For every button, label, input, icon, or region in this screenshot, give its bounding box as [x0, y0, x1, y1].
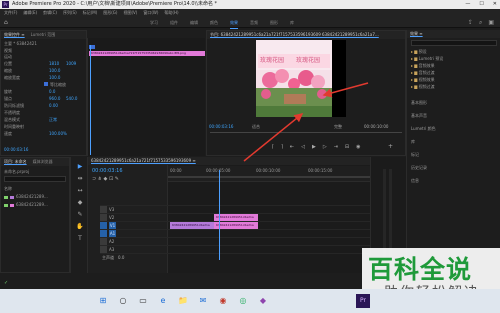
annotation-arrow-timeline: [243, 113, 304, 162]
task-view-icon[interactable]: ▭: [136, 294, 150, 308]
premiere-taskbar-icon[interactable]: Pr: [356, 294, 370, 308]
watermark-main-text: 百科全说: [368, 255, 473, 284]
start-icon[interactable]: ⊞: [96, 294, 110, 308]
windows-taskbar: ⊞ ○ ▭ e 📁 ✉ ◉ ◎ ◆ Pr: [0, 289, 500, 313]
app-icon-purple[interactable]: ◆: [256, 294, 270, 308]
annotation-arrow-preview: [322, 82, 369, 98]
app-icon-red[interactable]: ◉: [216, 294, 230, 308]
file-explorer-icon[interactable]: 📁: [176, 294, 190, 308]
app-icon-green[interactable]: ◎: [236, 294, 250, 308]
mail-icon[interactable]: ✉: [196, 294, 210, 308]
edge-icon[interactable]: e: [156, 294, 170, 308]
search-taskbar-icon[interactable]: ○: [116, 294, 130, 308]
